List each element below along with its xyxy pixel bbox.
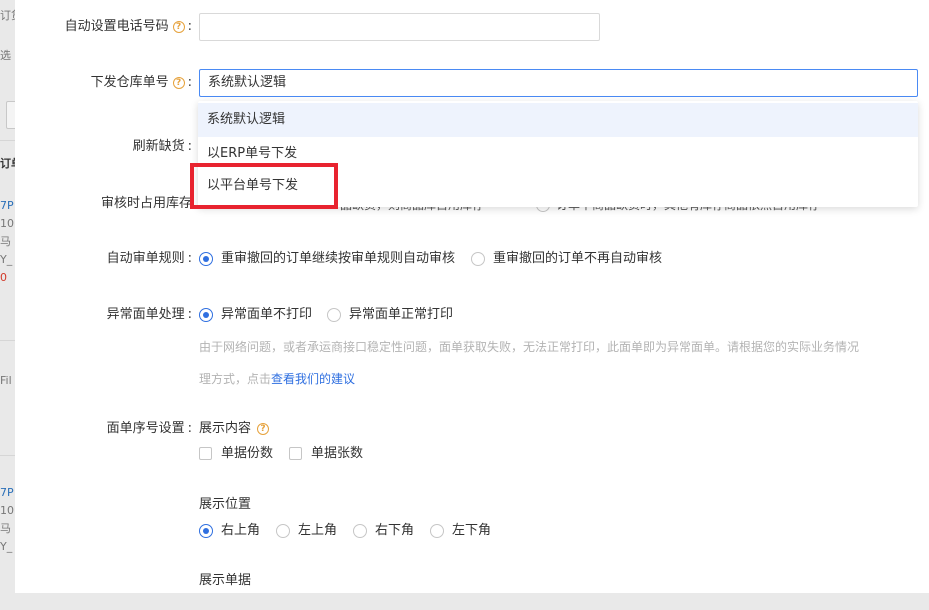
position-option-top-right[interactable]: 右上角 — [221, 523, 260, 539]
bg-fragment: Y_ — [0, 540, 13, 553]
question-circle-icon[interactable]: ? — [172, 77, 185, 89]
right-edge — [918, 0, 929, 593]
doc-copies-checkbox[interactable] — [199, 447, 212, 460]
abnormal-sheet-label: 异常面单处理: — [107, 307, 192, 323]
bg-fragment: 马 — [0, 522, 11, 535]
display-doc-title: 展示单据 — [199, 573, 252, 588]
sheet-seq-label: 面单序号设置: — [107, 421, 192, 437]
auto-audit-label: 自动审单规则: — [107, 251, 192, 267]
bg-fragment: 10 — [0, 217, 14, 230]
auto-phone-input[interactable] — [199, 13, 600, 41]
question-circle-icon[interactable]: ? — [172, 21, 185, 33]
colon: : — [187, 421, 192, 436]
position-option-top-left[interactable]: 左上角 — [298, 523, 337, 539]
colon: : — [187, 307, 192, 322]
position-radio-top-right[interactable] — [199, 524, 213, 538]
bg-fragment: 订货 — [0, 9, 15, 22]
warehouse-no-label-text: 下发仓库单号 — [90, 75, 169, 90]
colon: : — [187, 251, 192, 266]
audit-occupy-label: 审核时占用库存 — [100, 196, 192, 211]
auto-audit-radio-continue[interactable] — [199, 252, 213, 266]
bg-fragment: Fil — [0, 374, 12, 387]
bg-divider — [0, 140, 15, 141]
doc-copies-label[interactable]: 单据份数 — [221, 446, 273, 462]
bg-fragment: Y_ — [0, 253, 13, 266]
hint-text: 理方式，点击 — [199, 372, 272, 386]
refresh-stock-label-text: 刷新缺货 — [132, 139, 185, 154]
sheet-seq-label-text: 面单序号设置 — [106, 421, 185, 436]
bg-fragment: 7P — [0, 199, 14, 212]
background-bottom-strip — [0, 593, 929, 610]
background-page-strip: 订货 选 订单 7P 10 马 Y_ 0 Fil 7P 10 马 Y_ — [0, 0, 15, 593]
bg-divider — [0, 340, 15, 341]
display-content-title: 展示内容? — [199, 421, 270, 437]
auto-audit-option-continue[interactable]: 重审撤回的订单继续按审单规则自动审核 — [221, 251, 455, 267]
position-option-bottom-right[interactable]: 右下角 — [375, 523, 414, 539]
abnormal-sheet-hint: 由于网络问题，或者承运商接口稳定性问题，面单获取失败，无法正常打印，此面单即为异… — [199, 340, 860, 354]
auto-audit-label-text: 自动审单规则 — [106, 251, 185, 266]
auto-phone-label: 自动设置电话号码?: — [65, 19, 192, 35]
abnormal-sheet-option-skip[interactable]: 异常面单不打印 — [221, 307, 312, 323]
auto-phone-label-text: 自动设置电话号码 — [64, 19, 169, 34]
position-radio-bottom-left[interactable] — [430, 524, 444, 538]
doc-sheets-label[interactable]: 单据张数 — [311, 446, 363, 462]
position-option-bottom-left[interactable]: 左下角 — [452, 523, 491, 539]
auto-audit-option-stop[interactable]: 重审撤回的订单不再自动审核 — [493, 251, 662, 267]
dropdown-option-default[interactable]: 系统默认逻辑 — [198, 103, 918, 137]
display-content-title-text: 展示内容 — [199, 421, 252, 436]
abnormal-sheet-option-print[interactable]: 异常面单正常打印 — [349, 307, 453, 323]
bg-input-fragment — [6, 101, 15, 129]
abnormal-sheet-radio-print[interactable] — [327, 308, 341, 322]
position-radio-top-left[interactable] — [276, 524, 290, 538]
colon: : — [187, 139, 192, 154]
doc-sheets-checkbox[interactable] — [289, 447, 302, 460]
view-suggestion-link[interactable]: 查看我们的建议 — [271, 372, 355, 386]
abnormal-sheet-radio-skip[interactable] — [199, 308, 213, 322]
position-radio-bottom-right[interactable] — [353, 524, 367, 538]
colon: : — [187, 19, 192, 34]
bg-fragment: 0 — [0, 271, 7, 284]
abnormal-sheet-hint-line2: 理方式，点击查看我们的建议 — [199, 371, 355, 387]
auto-audit-radio-stop[interactable] — [471, 252, 485, 266]
bg-fragment: 订单 — [0, 157, 15, 170]
refresh-stock-label: 刷新缺货: — [133, 139, 192, 155]
colon: : — [187, 75, 192, 90]
bg-fragment: 7P — [0, 486, 14, 499]
bg-fragment: 10 — [0, 504, 14, 517]
abnormal-sheet-label-text: 异常面单处理 — [106, 307, 185, 322]
highlight-annotation-box — [190, 163, 338, 209]
warehouse-no-select[interactable]: 系统默认逻辑 — [199, 69, 918, 97]
question-circle-icon[interactable]: ? — [257, 423, 270, 435]
warehouse-no-label: 下发仓库单号?: — [91, 75, 192, 91]
bg-fragment: 马 — [0, 235, 11, 248]
display-position-title: 展示位置 — [199, 497, 252, 512]
bg-divider — [0, 455, 15, 456]
bg-fragment: 选 — [0, 49, 11, 62]
